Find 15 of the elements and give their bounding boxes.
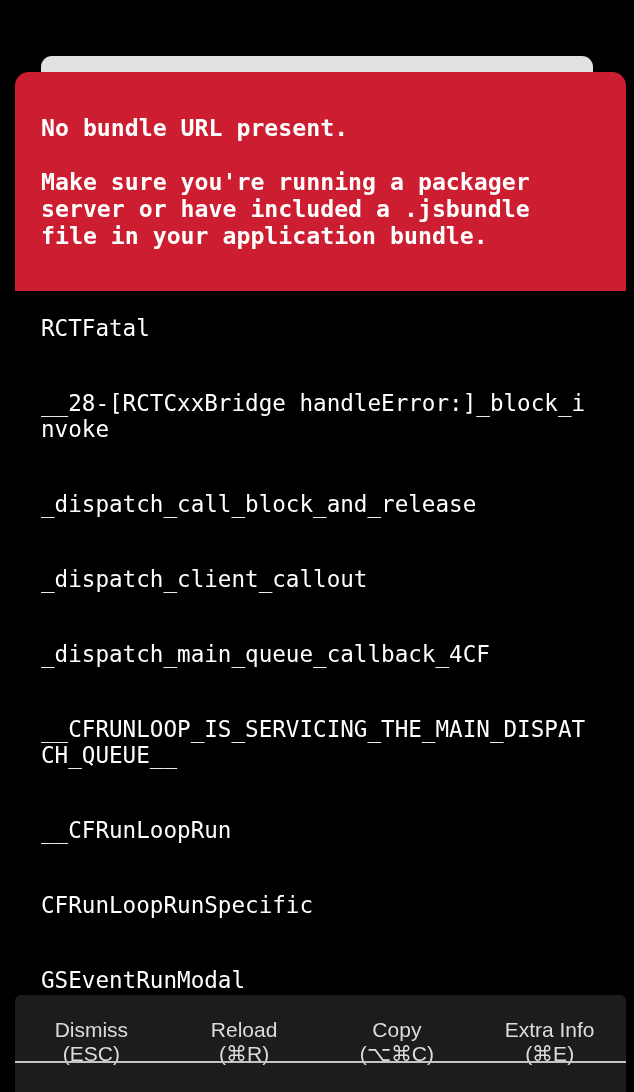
extra-info-button[interactable]: Extra Info (⌘E)	[473, 995, 626, 1074]
stack-frame[interactable]: _dispatch_main_queue_callback_4CF	[41, 617, 593, 692]
stack-frame[interactable]: GSEventRunModal	[41, 943, 593, 995]
stack-frame[interactable]: RCTFatal	[41, 291, 593, 366]
stack-frame[interactable]: _dispatch_client_callout	[41, 542, 593, 617]
dismiss-button[interactable]: Dismiss (ESC)	[15, 995, 168, 1074]
error-title: No bundle URL present.	[41, 114, 350, 141]
stack-frame[interactable]: CFRunLoopRunSpecific	[41, 868, 593, 943]
reload-button[interactable]: Reload (⌘R)	[167, 995, 321, 1074]
stack-frame[interactable]: _dispatch_call_block_and_release	[41, 467, 593, 542]
error-message: Make sure you're running a packager server or have included a .jsbundle file in your application bundle.	[41, 168, 531, 249]
stack-frame[interactable]: __CFRunLoopRun	[41, 793, 593, 868]
stack-frame[interactable]: __28-[RCTCxxBridge handleError:]_block_invoke	[41, 366, 593, 467]
stack-frame[interactable]: __CFRUNLOOP_IS_SERVICING_THE_MAIN_DISPATCH_QUEUE__	[41, 692, 593, 793]
copy-button[interactable]: Copy (⌥⌘C)	[320, 995, 474, 1074]
